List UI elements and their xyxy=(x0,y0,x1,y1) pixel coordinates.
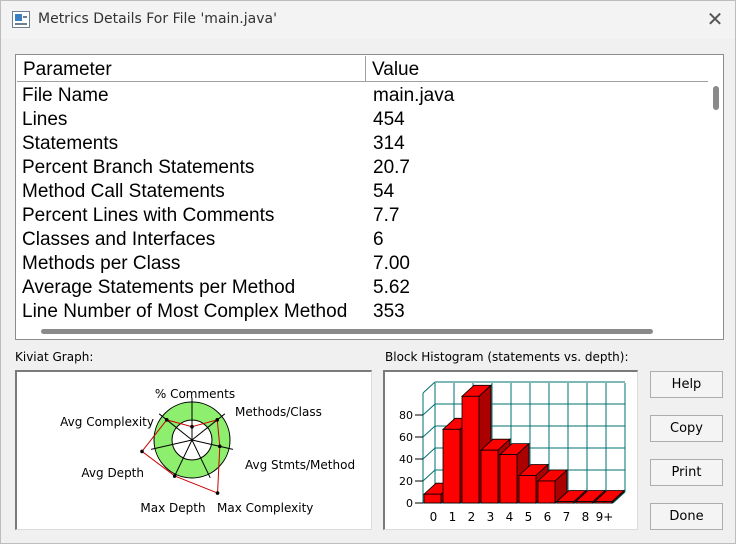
table-row[interactable]: Percent Lines with Comments 7.7 xyxy=(17,203,708,227)
table-row[interactable]: File Name main.java xyxy=(17,83,708,107)
table-row[interactable]: Lines 454 xyxy=(17,107,708,131)
x-tick-label: 7 xyxy=(563,510,571,524)
y-tick-label: 40 xyxy=(399,453,413,466)
done-button[interactable]: Done xyxy=(650,503,723,530)
value-cell: 5.62 xyxy=(373,277,410,298)
kiviat-graph: % CommentsMethods/Class Avg Stmts/Method M… xyxy=(60,387,355,515)
value-cell: 454 xyxy=(373,109,405,130)
value-cell: 314 xyxy=(373,133,405,154)
table-row[interactable]: Method Call Statements 54 xyxy=(17,179,708,203)
kiviat-data-point xyxy=(215,418,220,422)
x-tick-label: 9+ xyxy=(596,510,614,524)
parameter-cell: Line Number of Most Complex Method xyxy=(22,301,348,322)
value-cell: 20.7 xyxy=(373,157,410,178)
bar-front xyxy=(480,449,499,504)
parameter-cell: File Name xyxy=(22,85,109,106)
block-histogram: 0204060800 1 2 3 4 5 6 7 8 9+ xyxy=(399,381,626,524)
x-tick-label: 5 xyxy=(525,510,533,524)
grid-line xyxy=(422,469,436,482)
help-button[interactable]: Help xyxy=(650,371,723,398)
kiviat-axis-label: Max Depth xyxy=(140,501,205,515)
histogram-panel: 0 20 40 60 80 0 1 2 3 4 5 6 7 8 9+ xyxy=(383,370,638,530)
y-tick-label: 80 xyxy=(399,409,413,422)
kiviat-data-point xyxy=(164,418,169,422)
window-title: Metrics Details For File 'main.java' xyxy=(38,11,277,27)
list-rows: File Name main.java Lines 454 Statements 314 P… xyxy=(17,83,708,323)
grid-line xyxy=(422,447,436,460)
bar-front xyxy=(518,475,537,504)
print-button[interactable]: Print xyxy=(650,459,723,486)
horizontal-scrollbar[interactable] xyxy=(17,324,710,339)
x-tick-label: 6 xyxy=(544,510,552,524)
grid-line xyxy=(422,403,436,416)
y-tick-label: 60 xyxy=(399,431,413,444)
parameter-cell: Percent Branch Statements xyxy=(22,157,255,178)
x-tick-label: 2 xyxy=(468,510,476,524)
value-cell: main.java xyxy=(373,85,455,106)
table-row[interactable]: Statements 314 xyxy=(17,131,708,155)
grid-line xyxy=(422,381,436,394)
title-bar: Metrics Details For File 'main.java' ✕ xyxy=(1,1,735,39)
column-header-parameter[interactable]: Parameter xyxy=(17,56,366,82)
kiviat-data-point xyxy=(215,491,220,495)
parameter-cell: Method Call Statements xyxy=(22,181,225,202)
horizontal-scroll-thumb[interactable] xyxy=(41,329,653,334)
kiviat-axis-label: % Comments xyxy=(155,387,235,401)
grid-line xyxy=(422,425,436,438)
table-row[interactable]: Classes and Interfaces 6 xyxy=(17,227,708,251)
value-cell: 7.00 xyxy=(373,253,410,274)
parameter-cell: Average Statements per Method xyxy=(22,277,296,298)
metrics-list[interactable]: Parameter Value File Name main.java Lines 4… xyxy=(15,54,724,340)
kiviat-axis-label: Avg Depth xyxy=(81,466,144,480)
kiviat-graph-panel: % Comments Methods/Class Avg Stmts/Method M… xyxy=(15,370,372,530)
kiviat-data-point xyxy=(217,444,222,449)
y-tick-label: 0 xyxy=(406,497,413,510)
table-row[interactable]: Line Number of Most Complex Method 353 xyxy=(17,299,708,323)
kiviat-data-point xyxy=(140,449,144,454)
table-row[interactable]: Average Statements per Method 5.62 xyxy=(17,275,708,299)
column-header-value[interactable]: Value xyxy=(366,56,708,82)
parameter-cell: Methods per Class xyxy=(22,253,181,274)
close-icon[interactable]: ✕ xyxy=(697,5,733,33)
app-icon xyxy=(12,11,30,28)
parameter-cell: Statements xyxy=(22,133,119,154)
bar-front xyxy=(556,501,575,504)
x-tick-label: 8 xyxy=(582,510,590,524)
kiviat-data-point xyxy=(172,474,177,478)
metrics-dialog: Metrics Details For File 'main.java' ✕ P… xyxy=(0,0,736,544)
value-cell: 7.7 xyxy=(373,205,400,226)
list-header: Parameter Value xyxy=(17,56,708,82)
table-row[interactable]: Methods per Class 7.00 xyxy=(17,251,708,275)
kiviat-data-point xyxy=(190,424,194,429)
bar-front xyxy=(423,493,442,504)
copy-button[interactable]: Copy xyxy=(650,415,723,442)
bar-front xyxy=(461,395,480,504)
bar-front xyxy=(575,501,594,504)
kiviat-axis-label: Max Complexity xyxy=(217,501,313,515)
parameter-cell: Lines xyxy=(22,109,68,130)
vertical-scroll-thumb[interactable] xyxy=(713,86,719,110)
value-cell: 6 xyxy=(373,229,384,250)
parameter-cell: Classes and Interfaces xyxy=(22,229,216,250)
value-cell: 54 xyxy=(373,181,395,202)
x-tick-label: 0 xyxy=(430,510,438,524)
value-cell: 353 xyxy=(373,301,405,322)
kiviat-axis-label: Avg Complexity xyxy=(60,415,154,429)
x-tick-label: 1 xyxy=(449,510,457,524)
kiviat-label: Kiviat Graph: xyxy=(15,350,94,364)
bar-front xyxy=(537,480,556,504)
y-tick-label: 20 xyxy=(399,475,413,488)
x-tick-label: 3 xyxy=(487,510,495,524)
bar-front xyxy=(499,454,518,504)
table-row[interactable]: Percent Branch Statements 20.7 xyxy=(17,155,708,179)
kiviat-axis-label: Methods/Class xyxy=(235,405,322,419)
x-tick-label: 4 xyxy=(506,510,514,524)
vertical-scrollbar[interactable] xyxy=(710,56,723,323)
parameter-cell: Percent Lines with Comments xyxy=(22,205,275,226)
bar-front xyxy=(442,428,461,504)
kiviat-axis-label: Avg Stmts/Method xyxy=(245,458,355,472)
bar-front xyxy=(594,501,613,504)
histogram-label: Block Histogram (statements vs. depth): xyxy=(385,350,629,364)
